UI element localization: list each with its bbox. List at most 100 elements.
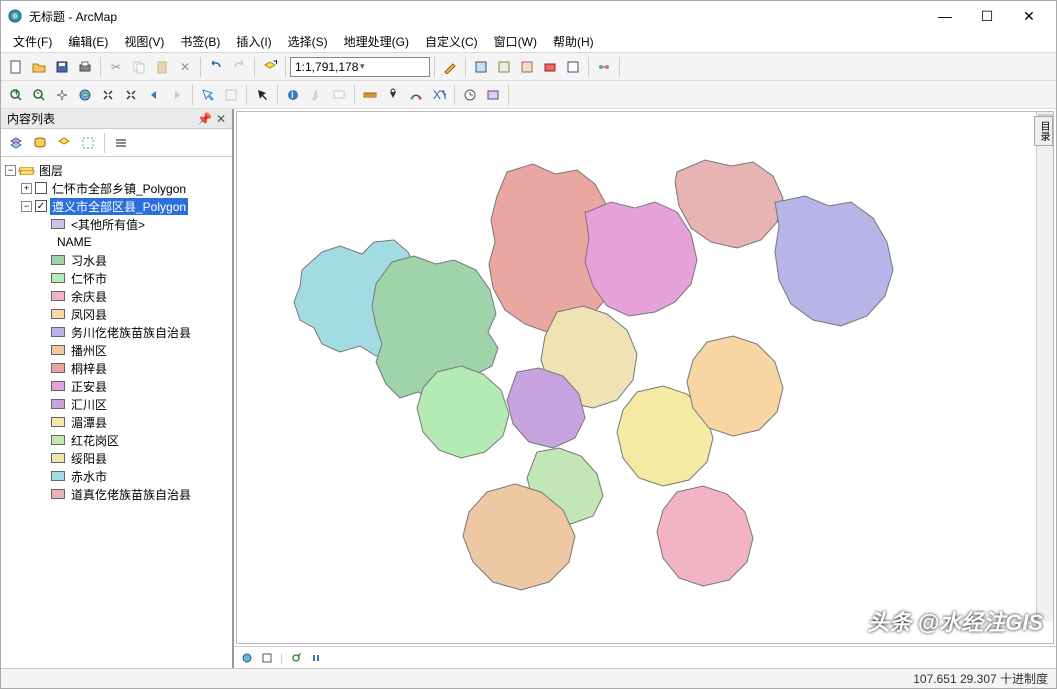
legend-label: 红花岗区 [69,432,121,449]
menu-insert[interactable]: 插入(I) [228,31,279,52]
minimize-button[interactable]: — [924,2,966,30]
legend-item[interactable]: 凤冈县 [3,305,230,323]
close-button[interactable]: ✕ [1008,2,1050,30]
cut-button[interactable]: ✂ [105,56,127,78]
save-button[interactable] [51,56,73,78]
vertical-scrollbar[interactable] [1036,112,1053,621]
legend-item[interactable]: 习水县 [3,251,230,269]
paste-button[interactable] [151,56,173,78]
list-by-selection-icon[interactable] [77,132,99,154]
find-icon[interactable] [382,84,404,106]
tree-layer-2[interactable]: − ✓ 遵义市全部区县_Polygon [3,197,230,215]
pin-icon[interactable]: 📌 [197,112,212,126]
legend-item[interactable]: 汇川区 [3,395,230,413]
legend-item[interactable]: 赤水市 [3,467,230,485]
legend-item[interactable]: 务川仡佬族苗族自治县 [3,323,230,341]
pause-draw-icon[interactable] [309,651,323,665]
pointer-icon[interactable] [251,84,273,106]
toc-button[interactable] [470,56,492,78]
menu-geoprocess[interactable]: 地理处理(G) [336,31,417,52]
editor-toolbar-icon[interactable] [439,56,461,78]
find-route-icon[interactable] [405,84,427,106]
toc-tree[interactable]: − 图层 + 仁怀市全部乡镇_Polygon − ✓ 遵义市全部区县_Polyg… [1,157,232,668]
legend-label: 播州区 [69,342,109,359]
redo-button[interactable] [228,56,250,78]
list-by-draworder-icon[interactable] [5,132,27,154]
toc-toolbar [1,129,232,157]
next-extent-icon[interactable] [166,84,188,106]
options-icon[interactable] [110,132,132,154]
scale-combo[interactable]: 1:1,791,178▾ [290,57,430,77]
model-builder-icon[interactable] [593,56,615,78]
zoom-out-icon[interactable]: - [28,84,50,106]
toc-panel: 内容列表 📌 ✕ − 图层 + 仁怀 [1,109,233,668]
tree-field-name[interactable]: NAME [3,233,230,251]
catalog-button[interactable] [493,56,515,78]
scale-value: 1:1,791,178 [295,60,360,74]
menu-help[interactable]: 帮助(H) [545,31,602,52]
fixed-zoom-in-icon[interactable] [97,84,119,106]
goto-xy-icon[interactable]: XY [428,84,450,106]
undo-button[interactable] [205,56,227,78]
prev-extent-icon[interactable] [143,84,165,106]
legend-label: 绥阳县 [69,450,109,467]
legend-item[interactable]: 余庆县 [3,287,230,305]
catalog-side-tab[interactable]: 目录 [1034,116,1053,146]
html-popup-icon[interactable] [328,84,350,106]
tree-other-values[interactable]: <其他所有值> [3,215,230,233]
copy-button[interactable] [128,56,150,78]
svg-text:+: + [13,88,20,99]
print-button[interactable] [74,56,96,78]
hyperlink-icon[interactable] [305,84,327,106]
pan-icon[interactable] [51,84,73,106]
toolbox-button[interactable] [539,56,561,78]
tree-root[interactable]: − 图层 [3,161,230,179]
menu-file[interactable]: 文件(F) [5,31,60,52]
menu-view[interactable]: 视图(V) [116,31,172,52]
legend-item[interactable]: 红花岗区 [3,431,230,449]
list-by-visibility-icon[interactable] [53,132,75,154]
menu-select[interactable]: 选择(S) [280,31,336,52]
legend-item[interactable]: 仁怀市 [3,269,230,287]
layout-view-icon[interactable] [260,651,274,665]
python-button[interactable] [562,56,584,78]
menu-window[interactable]: 窗口(W) [486,31,545,52]
delete-button[interactable]: ✕ [174,56,196,78]
fixed-zoom-out-icon[interactable] [120,84,142,106]
legend-item[interactable]: 播州区 [3,341,230,359]
checkbox-unchecked[interactable] [35,182,47,194]
legend-item[interactable]: 绥阳县 [3,449,230,467]
legend-item[interactable]: 湄潭县 [3,413,230,431]
open-button[interactable] [28,56,50,78]
close-panel-icon[interactable]: ✕ [216,112,226,126]
expand-icon[interactable]: + [21,183,32,194]
new-button[interactable] [5,56,27,78]
collapse-icon[interactable]: − [5,165,16,176]
search-window-icon[interactable] [516,56,538,78]
data-view-icon[interactable] [240,651,254,665]
collapse-icon[interactable]: − [21,201,32,212]
viewer-window-icon[interactable] [482,84,504,106]
menu-custom[interactable]: 自定义(C) [417,31,486,52]
toc-title: 内容列表 [7,110,55,127]
list-by-source-icon[interactable] [29,132,51,154]
measure-icon[interactable] [359,84,381,106]
legend-item[interactable]: 正安县 [3,377,230,395]
tree-layer-1[interactable]: + 仁怀市全部乡镇_Polygon [3,179,230,197]
legend-item[interactable]: 道真仡佬族苗族自治县 [3,485,230,503]
time-slider-icon[interactable] [459,84,481,106]
select-features-icon[interactable] [197,84,219,106]
refresh-icon[interactable] [289,651,303,665]
full-extent-icon[interactable] [74,84,96,106]
status-bar: 107.651 29.307 十进制度 [1,668,1056,688]
legend-item[interactable]: 桐梓县 [3,359,230,377]
menu-edit[interactable]: 编辑(E) [60,31,116,52]
menu-bookmark[interactable]: 书签(B) [172,31,228,52]
checkbox-checked[interactable]: ✓ [35,200,47,212]
clear-selection-icon[interactable] [220,84,242,106]
map-canvas[interactable]: 目录 头条 @水经注GIS [236,111,1054,644]
add-data-button[interactable]: + [259,56,281,78]
zoom-in-icon[interactable]: + [5,84,27,106]
identify-icon[interactable]: i [282,84,304,106]
maximize-button[interactable]: ☐ [966,2,1008,30]
